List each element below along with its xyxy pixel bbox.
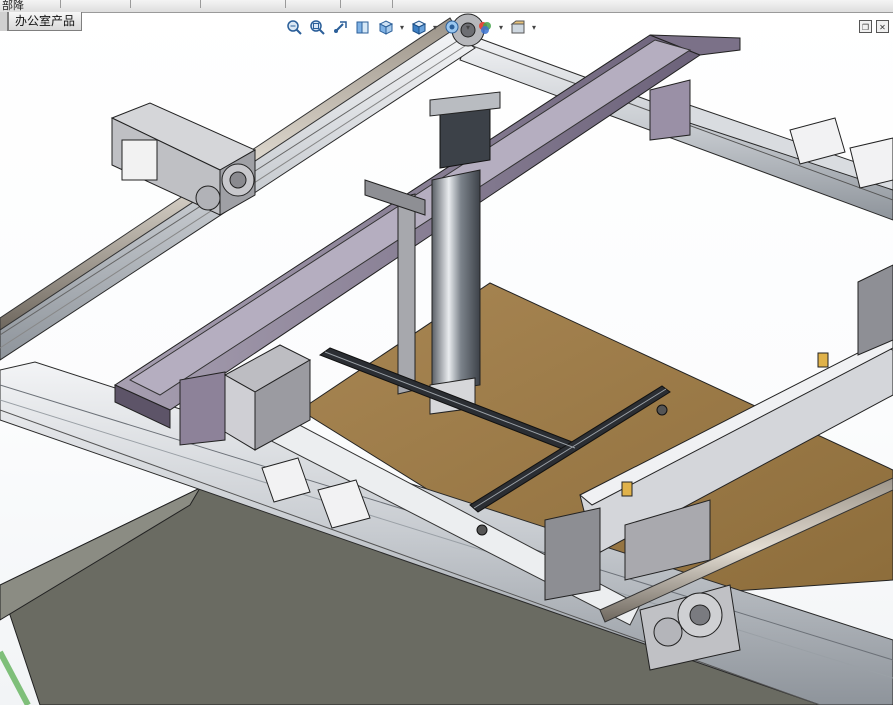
apply-scene-dropdown-icon[interactable]: ▾: [531, 23, 537, 32]
limit-sensor: [817, 352, 829, 368]
zoom-to-fit-icon[interactable]: [284, 17, 304, 37]
graphics-area[interactable]: [0, 0, 893, 705]
hide-show-items-icon[interactable]: [442, 17, 462, 37]
bearing-left: [195, 185, 221, 211]
z-axis-side-plate: [397, 193, 416, 395]
zoom-to-area-icon[interactable]: [307, 17, 327, 37]
restore-icon[interactable]: ❐: [859, 20, 872, 33]
display-style-dropdown-icon[interactable]: ▾: [432, 23, 438, 32]
view-orientation-icon[interactable]: [376, 17, 396, 37]
right-motor-block: [544, 507, 601, 601]
motor-window: [121, 139, 158, 181]
gantry-bracket: [649, 79, 691, 141]
leveling-foot: [656, 404, 668, 416]
hide-show-dropdown-icon[interactable]: ▾: [465, 23, 471, 32]
cad-model-view[interactable]: [0, 0, 893, 705]
previous-view-icon[interactable]: [330, 17, 350, 37]
z-axis-column: [431, 169, 481, 393]
bearing-right: [653, 617, 683, 647]
edit-appearance-dropdown-icon[interactable]: ▾: [498, 23, 504, 32]
heads-up-view-toolbar: ▾ ▾ ▾ ▾ ▾: [284, 17, 541, 37]
close-icon[interactable]: ✕: [876, 20, 889, 33]
window-controls: ❐ ✕: [859, 20, 889, 33]
section-view-icon[interactable]: [353, 17, 373, 37]
tab-left-scroll[interactable]: [0, 12, 8, 31]
gantry-end-block: [179, 371, 226, 446]
apply-scene-icon[interactable]: [508, 17, 528, 37]
edit-appearance-icon[interactable]: [475, 17, 495, 37]
green-table-edge: [0, 650, 31, 705]
view-orientation-dropdown-icon[interactable]: ▾: [399, 23, 405, 32]
tab-office-products[interactable]: 办公室产品: [8, 12, 82, 31]
menu-bar-strip: 部降: [0, 0, 893, 13]
right-upright: [857, 264, 893, 356]
display-style-icon[interactable]: [409, 17, 429, 37]
